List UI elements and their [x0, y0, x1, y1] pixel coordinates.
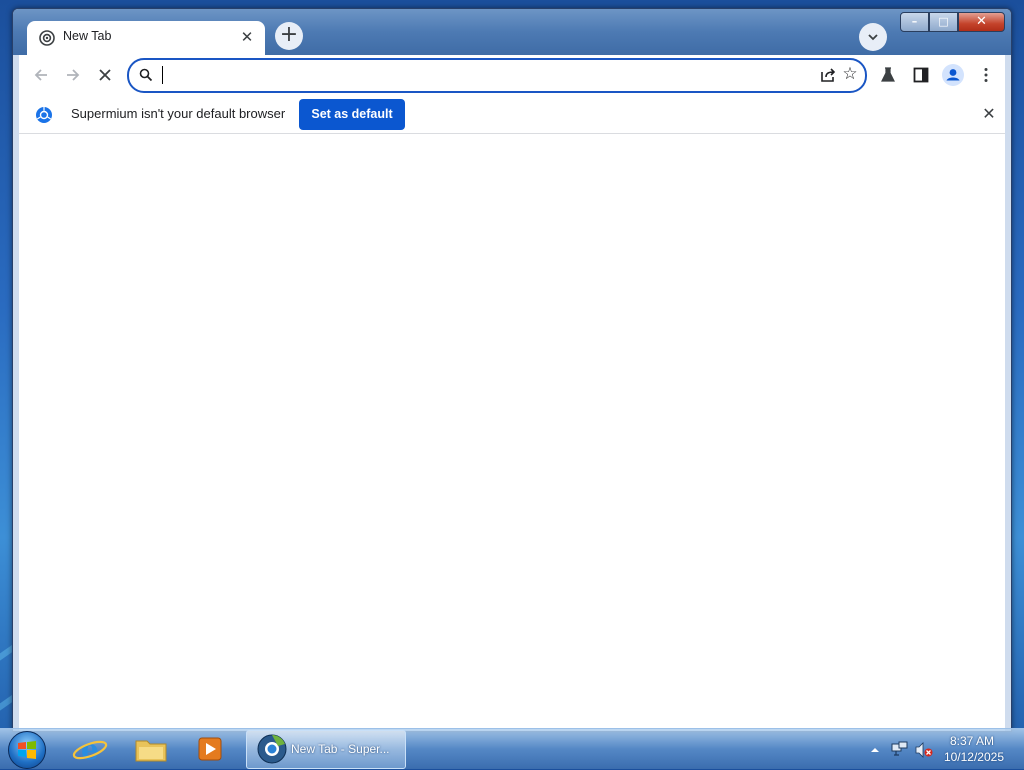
taskbar-window-label: New Tab - Super...: [291, 742, 390, 756]
windows-logo-icon: [18, 741, 36, 759]
tab-new-tab[interactable]: New Tab ✕: [27, 21, 265, 55]
supermium-tab-icon: [39, 30, 55, 46]
tab-close-icon[interactable]: ✕: [237, 27, 257, 47]
more-vert-icon: [984, 68, 988, 82]
show-hidden-icons-icon[interactable]: [870, 745, 880, 755]
taskbar: e New Tab - Super... 8:37 AM 10/12/2025: [0, 728, 1024, 769]
clock-time[interactable]: 8:37 AM: [944, 734, 994, 748]
bookmark-star-icon[interactable]: ☆: [840, 64, 860, 84]
forward-button[interactable]: [61, 63, 85, 87]
back-button[interactable]: [29, 63, 53, 87]
page-content: [19, 134, 1005, 731]
browser-window: New Tab ✕ + – □ ✕ ☆ Supermium isn't your…: [12, 8, 1012, 732]
supermium-logo-icon: [36, 107, 52, 123]
tab-search-button[interactable]: [859, 23, 887, 51]
arrow-left-icon: [34, 69, 47, 81]
arrow-right-icon: [67, 69, 80, 81]
avatar-icon: [942, 64, 964, 86]
search-icon: [139, 68, 153, 82]
new-tab-button[interactable]: +: [275, 22, 303, 50]
supermium-app-icon: [257, 734, 287, 764]
infobar-close-icon[interactable]: ✕: [979, 104, 999, 124]
window-controls: – □ ✕: [900, 12, 1005, 32]
infobar-message: Supermium isn't your default browser: [71, 106, 286, 121]
svg-text:e: e: [81, 733, 99, 766]
labs-button[interactable]: [877, 64, 899, 86]
volume-muted-icon[interactable]: [915, 742, 933, 758]
toolbar: ☆: [19, 55, 1005, 95]
maximize-button[interactable]: □: [929, 12, 958, 32]
media-player-icon: [198, 737, 222, 761]
default-browser-infobar: Supermium isn't your default browser Set…: [19, 95, 1005, 134]
internet-explorer-icon: e: [72, 733, 108, 766]
start-button[interactable]: [8, 731, 46, 769]
address-input[interactable]: [165, 64, 809, 86]
address-bar[interactable]: ☆: [127, 58, 867, 93]
taskbar-browser-window[interactable]: New Tab - Super...: [246, 730, 406, 769]
stop-x-icon: [99, 69, 111, 81]
text-cursor: [162, 66, 163, 84]
stop-button[interactable]: [93, 63, 117, 87]
profile-button[interactable]: [941, 64, 964, 86]
flask-icon: [881, 67, 895, 82]
set-as-default-button[interactable]: Set as default: [299, 99, 405, 130]
folder-icon: [135, 740, 167, 762]
chevron-down-icon: [868, 34, 878, 41]
minimize-button[interactable]: –: [900, 12, 929, 32]
media-player-taskbar-icon[interactable]: [188, 732, 232, 766]
title-bar: New Tab ✕ + – □ ✕: [13, 9, 1011, 55]
side-panel-button[interactable]: [910, 64, 932, 86]
menu-button[interactable]: [975, 64, 997, 86]
close-window-button[interactable]: ✕: [958, 12, 1005, 32]
file-explorer-taskbar-icon[interactable]: [129, 732, 173, 766]
tab-title: New Tab: [63, 29, 112, 43]
internet-explorer-taskbar-icon[interactable]: e: [68, 732, 112, 766]
clock-date[interactable]: 10/12/2025: [934, 750, 1004, 764]
network-icon[interactable]: [891, 741, 909, 757]
share-icon[interactable]: [819, 66, 837, 84]
side-panel-icon: [913, 67, 929, 83]
